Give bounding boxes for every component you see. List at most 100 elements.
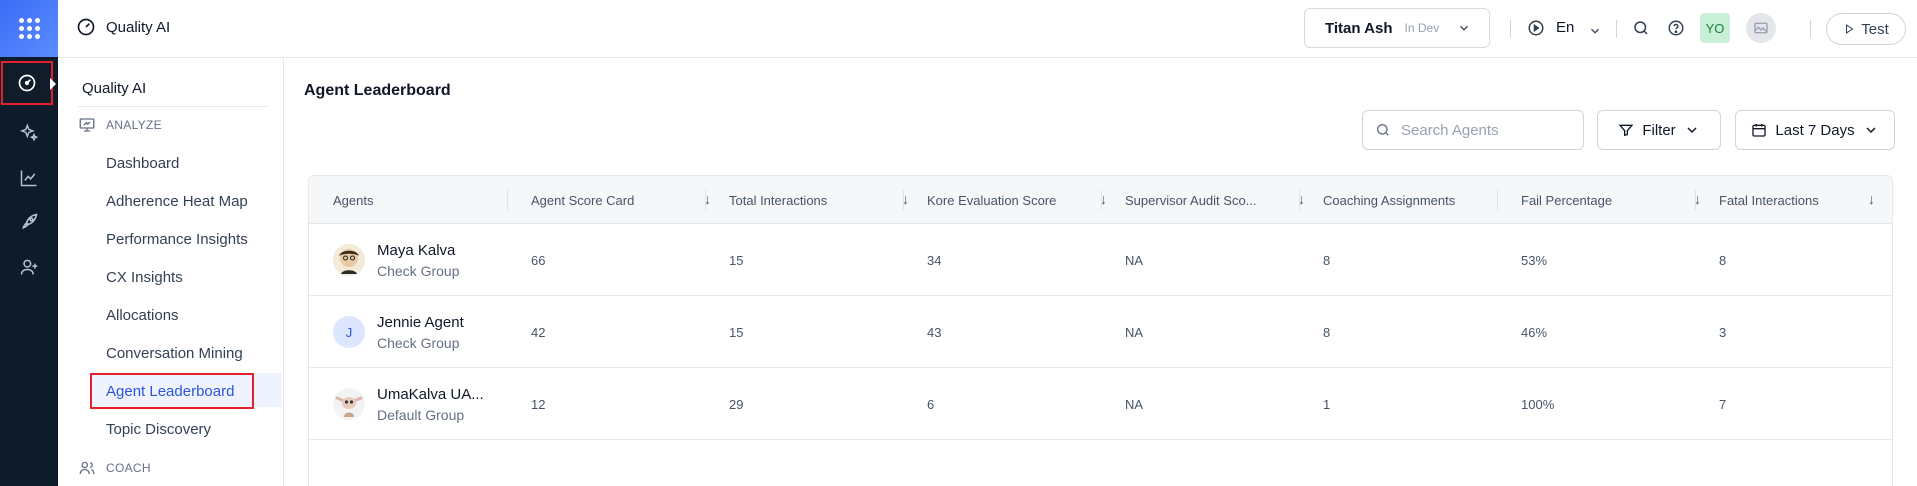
rail-item-analytics[interactable] xyxy=(14,163,44,193)
play-circle-icon xyxy=(1528,20,1544,36)
header-divider xyxy=(1810,20,1811,38)
sidebar-item-dashboard[interactable]: Dashboard xyxy=(106,155,179,172)
total-interactions-value: 15 xyxy=(729,324,744,340)
project-name: Titan Ash xyxy=(1325,19,1393,37)
fatal-interactions-value: 8 xyxy=(1719,252,1727,268)
column-header-label: Fail Percentage xyxy=(1521,192,1613,208)
total-interactions-value: 15 xyxy=(729,252,744,268)
coaching-assignments-value: 8 xyxy=(1323,252,1331,268)
sparkles-icon xyxy=(19,123,39,142)
agent-name: UmaKalva UA... xyxy=(377,385,484,403)
help-button[interactable] xyxy=(1666,18,1686,38)
agent-name: Maya Kalva xyxy=(377,241,456,259)
sidebar-item-conversation-mining[interactable]: Conversation Mining xyxy=(106,345,243,362)
sidebar-item-adherence-heat-map[interactable]: Adherence Heat Map xyxy=(106,193,248,210)
column-header-fatal-interactions[interactable]: Fatal Interactions ↓ xyxy=(1719,176,1892,224)
play-circle-button[interactable] xyxy=(1526,18,1546,38)
project-env: In Dev xyxy=(1404,21,1440,35)
column-header-total-interactions[interactable]: Total Interactions ↓ xyxy=(729,176,927,224)
kore-evaluation-score-value: 43 xyxy=(927,324,942,340)
column-header-label: Agents xyxy=(333,192,374,208)
rail-item-ai-features[interactable] xyxy=(14,118,44,148)
users-icon xyxy=(79,461,95,475)
fatal-interactions-value: 7 xyxy=(1719,396,1727,412)
highlight-box xyxy=(90,373,254,409)
column-header-label: Fatal Interactions xyxy=(1719,192,1819,208)
gauge-icon xyxy=(18,74,36,92)
sidebar-item-allocations[interactable]: Allocations xyxy=(106,307,179,324)
agent-avatar: J xyxy=(333,316,365,348)
date-range-label: Last 7 Days xyxy=(1775,121,1855,139)
supervisor-audit-score-value: NA xyxy=(1125,324,1144,340)
sidebar-item-topic-discovery[interactable]: Topic Discovery xyxy=(106,421,211,438)
column-header-label: Agent Score Card xyxy=(531,192,635,208)
agent-cell[interactable]: J Jennie Agent Check Group xyxy=(333,296,464,368)
apps-launcher-button[interactable] xyxy=(0,0,58,57)
column-divider xyxy=(1497,190,1498,210)
language-selector[interactable]: En xyxy=(1556,19,1574,36)
agent-cell[interactable]: Maya Kalva Check Group xyxy=(333,224,459,296)
agent-group: Default Group xyxy=(377,406,465,423)
search-agents-field[interactable] xyxy=(1362,110,1584,150)
rail-item-quality-ai[interactable] xyxy=(1,61,56,105)
supervisor-audit-score-value: NA xyxy=(1125,396,1144,412)
column-header-label: Total Interactions xyxy=(729,192,828,208)
icon-rail xyxy=(0,0,58,486)
user-avatar[interactable]: YO xyxy=(1700,13,1730,43)
sidebar-section-analyze: ANALYZE xyxy=(78,116,162,134)
avatar-illustration-icon xyxy=(335,396,363,417)
column-divider xyxy=(1695,190,1696,210)
header-divider xyxy=(1510,20,1511,38)
chevron-down-icon xyxy=(1866,127,1876,134)
agent-cell[interactable]: UmaKalva UA... Default Group xyxy=(333,368,484,440)
app-title: Quality AI xyxy=(106,18,171,36)
agent-group: Check Group xyxy=(377,334,460,351)
avatar-illustration-icon xyxy=(339,249,359,274)
sidebar-title: Quality AI xyxy=(82,80,147,97)
fail-percentage-value: 53% xyxy=(1521,252,1548,268)
column-header-agents[interactable]: Agents xyxy=(333,176,513,224)
coaching-assignments-value: 1 xyxy=(1323,396,1331,412)
test-button-label: Test xyxy=(1861,20,1889,38)
sidebar-item-performance-insights[interactable]: Performance Insights xyxy=(106,231,248,248)
project-selector[interactable]: Titan Ash In Dev xyxy=(1304,8,1490,48)
table-row[interactable]: UmaKalva UA... Default Group 12 29 6 NA … xyxy=(309,368,1892,440)
search-button[interactable] xyxy=(1631,18,1651,38)
page-title: Agent Leaderboard xyxy=(304,82,451,99)
coaching-assignments-value: 8 xyxy=(1323,324,1331,340)
column-header-supervisor-audit-score[interactable]: Supervisor Audit Sco... ↓ xyxy=(1125,176,1323,224)
chevron-down-icon xyxy=(1687,127,1697,134)
sort-arrow-icon[interactable]: ↓ xyxy=(1868,191,1875,207)
agent-group: Check Group xyxy=(377,262,460,279)
rail-item-deploy[interactable] xyxy=(14,207,44,237)
presentation-chart-icon xyxy=(79,118,95,132)
column-header-agent-score-card[interactable]: Agent Score Card ↓ xyxy=(531,176,729,224)
account-image-button[interactable] xyxy=(1746,13,1776,43)
help-circle-icon xyxy=(1668,20,1684,36)
filter-icon xyxy=(1618,124,1634,137)
search-agents-input[interactable] xyxy=(1401,121,1571,139)
app-brand: Quality AI xyxy=(76,17,170,37)
sidebar-section-label: COACH xyxy=(106,461,151,475)
chevron-down-icon[interactable] xyxy=(1588,24,1602,38)
sidebar-item-cx-insights[interactable]: CX Insights xyxy=(106,269,183,286)
column-divider xyxy=(705,190,706,210)
calendar-icon xyxy=(1752,124,1767,137)
table-row[interactable]: J Jennie Agent Check Group 42 15 43 NA 8… xyxy=(309,296,1892,368)
date-range-selector[interactable]: Last 7 Days xyxy=(1735,110,1895,150)
header-divider xyxy=(1616,20,1617,38)
column-header-kore-evaluation-score[interactable]: Kore Evaluation Score ↓ xyxy=(927,176,1125,224)
rail-item-user-management[interactable] xyxy=(14,252,44,282)
agent-score-card-value: 66 xyxy=(531,252,546,268)
kore-evaluation-score-value: 34 xyxy=(927,252,942,268)
column-header-coaching-assignments[interactable]: Coaching Assignments xyxy=(1323,176,1521,224)
fail-percentage-value: 100% xyxy=(1521,396,1555,412)
table-row[interactable]: Maya Kalva Check Group 66 15 34 NA 8 53%… xyxy=(309,224,1892,296)
play-icon xyxy=(1846,24,1854,34)
column-header-label: Kore Evaluation Score xyxy=(927,192,1057,208)
filter-button[interactable]: Filter xyxy=(1597,110,1721,150)
column-header-fail-percentage[interactable]: Fail Percentage ↓ xyxy=(1521,176,1719,224)
agent-score-card-value: 42 xyxy=(531,324,546,340)
sidebar-section-coach: COACH xyxy=(78,459,151,477)
test-button[interactable]: Test xyxy=(1826,13,1906,45)
